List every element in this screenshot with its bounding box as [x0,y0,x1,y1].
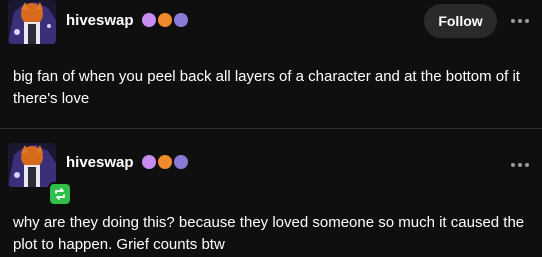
username[interactable]: hiveswap [66,12,134,29]
badge-icon [174,13,188,27]
badge-group[interactable] [142,155,188,169]
post-text: big fan of when you peel back all layers… [13,68,520,107]
avatar-image [8,0,56,44]
badge-group[interactable] [142,13,188,27]
avatar[interactable] [8,0,56,44]
badge-icon [158,155,172,169]
username[interactable]: hiveswap [66,154,134,171]
more-options-icon[interactable] [509,16,531,26]
badge-icon [142,155,156,169]
avatar[interactable] [8,143,72,206]
badge-icon [158,13,172,27]
reblog-icon [48,182,72,206]
more-options-icon[interactable] [509,160,531,170]
post-card: hiveswap Follow big fan of when you peel… [0,0,542,128]
follow-button[interactable]: Follow [424,4,497,38]
post-card: hiveswap why are they doing this? becaus… [0,128,542,257]
badge-icon [142,13,156,27]
post-text: why are they doing this? because they lo… [13,214,525,253]
badge-icon [174,155,188,169]
avatar-image [8,143,56,187]
